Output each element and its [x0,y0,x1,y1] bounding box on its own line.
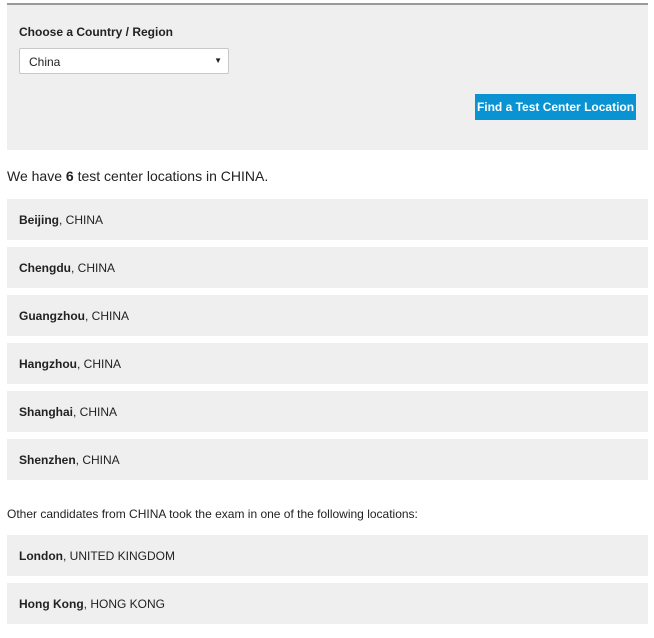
location-country: , UNITED KINGDOM [62,549,175,563]
location-city: Hangzhou [19,357,77,371]
country-select-value: China [29,55,61,69]
location-city: Guangzhou [19,309,85,323]
chevron-down-icon: ▼ [214,56,222,65]
search-panel: Choose a Country / Region China ▼ Find a… [7,5,648,150]
location-city: Chengdu [19,261,71,275]
find-test-center-button[interactable]: Find a Test Center Location [475,94,636,120]
location-item-guangzhou[interactable]: Guangzhou, CHINA [7,295,648,336]
other-location-list: London, UNITED KINGDOM Hong Kong, HONG K… [7,535,648,631]
result-count: 6 [65,168,74,184]
result-summary: We have 6 test center locations in CHINA… [7,168,268,184]
location-item-beijing[interactable]: Beijing, CHINA [7,199,648,240]
result-summary-prefix: We have [7,168,66,184]
location-item-hong-kong[interactable]: Hong Kong, HONG KONG [7,583,648,624]
location-country: , CHINA [73,405,118,419]
location-country: , HONG KONG [83,597,165,611]
location-country: , CHINA [71,261,116,275]
location-list: Beijing, CHINA Chengdu, CHINA Guangzhou,… [7,199,648,487]
location-city: Hong Kong [19,597,84,611]
location-item-shenzhen[interactable]: Shenzhen, CHINA [7,439,648,480]
location-city: Beijing [19,213,60,227]
country-region-label: Choose a Country / Region [19,25,174,39]
location-item-shanghai[interactable]: Shanghai, CHINA [7,391,648,432]
location-item-hangzhou[interactable]: Hangzhou, CHINA [7,343,648,384]
location-country: , CHINA [75,453,120,467]
location-country: , CHINA [59,213,104,227]
country-select[interactable]: China ▼ [19,48,229,74]
location-city: Shenzhen [19,453,76,467]
location-country: , CHINA [77,357,122,371]
location-city: Shanghai [19,405,74,419]
other-locations-note: Other candidates from CHINA took the exa… [7,507,418,521]
location-item-london[interactable]: London, UNITED KINGDOM [7,535,648,576]
location-country: , CHINA [85,309,130,323]
location-city: London [19,549,63,563]
location-item-chengdu[interactable]: Chengdu, CHINA [7,247,648,288]
result-summary-suffix: test center locations in CHINA. [73,168,269,184]
